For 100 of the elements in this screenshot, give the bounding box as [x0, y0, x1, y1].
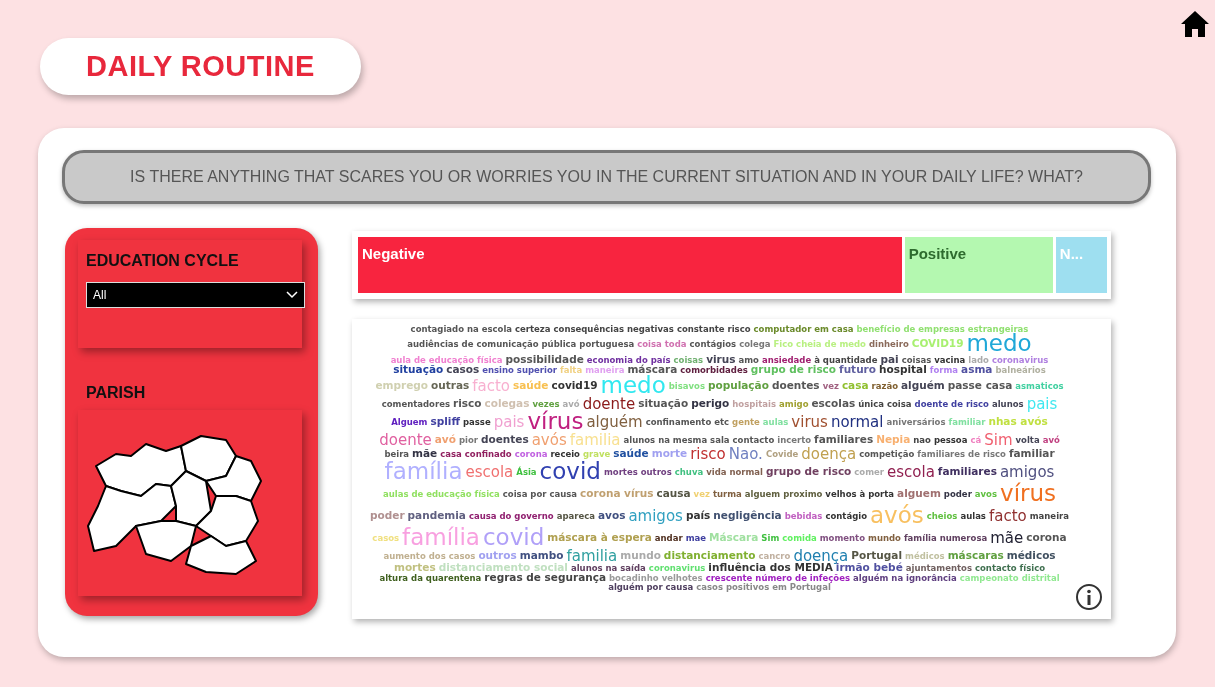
question-banner: IS THERE ANYTHING THAT SCARES YOU OR WORRIES YOU IN THE CURRENT SITUATION AND IN YOUR DAILY LIFE? WHAT? [62, 150, 1151, 204]
cloud-word: ensino superior [482, 365, 557, 374]
cloud-word: crescente número de infeções [705, 573, 850, 582]
cloud-word: mãe [990, 530, 1024, 545]
cloud-word: doentes [480, 434, 529, 445]
cloud-word: médicos [905, 551, 945, 560]
cloud-word: dinheiro [868, 339, 909, 348]
cloud-word: turma [712, 490, 742, 499]
cloud-word: contágios [689, 339, 737, 348]
cloud-word: passe [462, 417, 491, 426]
cloud-word: contacto [732, 435, 775, 444]
cloud-word: vacina [934, 355, 966, 364]
cloud-word: futuro [839, 364, 876, 375]
treemap-tile[interactable]: Negative [358, 237, 902, 293]
cloud-word: saúde [613, 449, 649, 460]
cloud-word: vez [693, 490, 710, 499]
page-title: DAILY ROUTINE [40, 38, 361, 95]
cloud-word: escola [887, 465, 935, 480]
cloud-word: comentadores [381, 399, 450, 408]
cloud-word: falta [559, 365, 583, 374]
cloud-word: vírus [527, 410, 584, 433]
cloud-word: casa confinado [440, 450, 512, 459]
cloud-word: escolas [811, 398, 856, 409]
cloud-word: família [402, 526, 480, 549]
cloud-word: família [384, 461, 463, 484]
cloud-word: aulas [762, 417, 789, 426]
cloud-word: avós [531, 432, 567, 448]
cloud-word: familia [569, 432, 621, 448]
cloud-word: avó [434, 434, 456, 445]
cloud-word: covid [482, 526, 545, 549]
cloud-word: asmaticos [1015, 381, 1064, 390]
cloud-word: outras [431, 380, 470, 391]
cloud-word: cancro [758, 551, 791, 560]
cloud-word: bocadinho velhotes [609, 573, 703, 582]
cloud-word: certeza consequências negativas [515, 325, 674, 334]
cloud-word: Sim [761, 533, 780, 542]
cloud-word: pais [493, 414, 525, 429]
cloud-word: aumento dos casos [383, 551, 476, 560]
parish-map-drawing[interactable] [87, 435, 262, 575]
education-cycle-dropdown[interactable]: All [86, 282, 305, 308]
cloud-word: Fico cheia de medo [773, 339, 866, 348]
cloud-word: amigo [779, 399, 809, 408]
cloud-word: pai [880, 354, 899, 365]
cloud-word: pais [1026, 396, 1058, 411]
cloud-word: Nao. [728, 447, 763, 462]
cloud-word: doente [379, 432, 432, 448]
cloud-word: audiências de comunicação pública portuguesa [407, 339, 635, 348]
cloud-word: família numerosa [903, 533, 988, 542]
cloud-word: aulas [960, 511, 986, 520]
cloud-word: colega [739, 339, 771, 348]
cloud-word: morte [651, 449, 688, 460]
cloud-word: computador em casa [753, 325, 854, 334]
cloud-word: mortes [393, 562, 436, 573]
cloud-word: etc [714, 417, 730, 426]
cloud-word: vida normal [706, 468, 763, 477]
cloud-word: contágio [825, 511, 867, 520]
cloud-word: possibilidade [505, 354, 584, 365]
cloud-word: vezes [532, 399, 560, 408]
cloud-word: país [685, 510, 711, 521]
cloud-word: momento [819, 533, 866, 542]
cloud-word: coronavirus [991, 355, 1049, 364]
filter-label: EDUCATION CYCLE [86, 252, 240, 270]
filter-label: PARISH [86, 384, 147, 402]
cloud-word: amigos [999, 465, 1055, 480]
home-icon[interactable] [1180, 10, 1210, 38]
cloud-word: corona [514, 450, 548, 459]
cloud-word: saúde [513, 380, 549, 391]
cloud-word: receio [550, 450, 580, 459]
cloud-word: alguem proximo [744, 490, 823, 499]
cloud-word: causa [656, 489, 691, 500]
cloud-word: facto [472, 378, 511, 393]
cloud-word: campeonato distrital [959, 573, 1060, 582]
cloud-word: mãe [412, 449, 438, 460]
cloud-word: Máscara [709, 532, 759, 543]
cloud-word: normal [830, 414, 884, 429]
cloud-word: nao [913, 435, 931, 444]
cloud-word: passe casa [947, 380, 1013, 391]
cloud-word: grupo de risco [766, 467, 852, 478]
info-icon[interactable] [1075, 583, 1103, 611]
cloud-word: população [707, 380, 769, 391]
cloud-word: distanciamento social [438, 562, 568, 573]
cloud-word: aniversários [886, 417, 946, 426]
cloud-word: alguem [897, 489, 941, 500]
cloud-word: casos [446, 364, 480, 375]
cloud-word: situação [393, 364, 444, 375]
cloud-word: maneira [1029, 511, 1069, 520]
cloud-word: Nepia [876, 434, 911, 445]
cloud-word: mortes [603, 468, 638, 477]
cloud-word: balneários [995, 365, 1046, 374]
cloud-word: avos [974, 490, 997, 499]
cloud-word: comer [854, 468, 885, 477]
cloud-word: irmão bebé [835, 562, 903, 573]
cloud-word: amigos [628, 508, 683, 523]
cloud-word: coisas [673, 355, 704, 364]
cloud-word: Ásia [516, 468, 537, 477]
treemap-tile[interactable]: Positive [904, 237, 1053, 293]
cloud-word: escola [465, 465, 514, 480]
cloud-word: bebidas [784, 511, 823, 520]
cloud-word: economia do país [586, 355, 671, 364]
cloud-word: Sim [984, 432, 1013, 448]
